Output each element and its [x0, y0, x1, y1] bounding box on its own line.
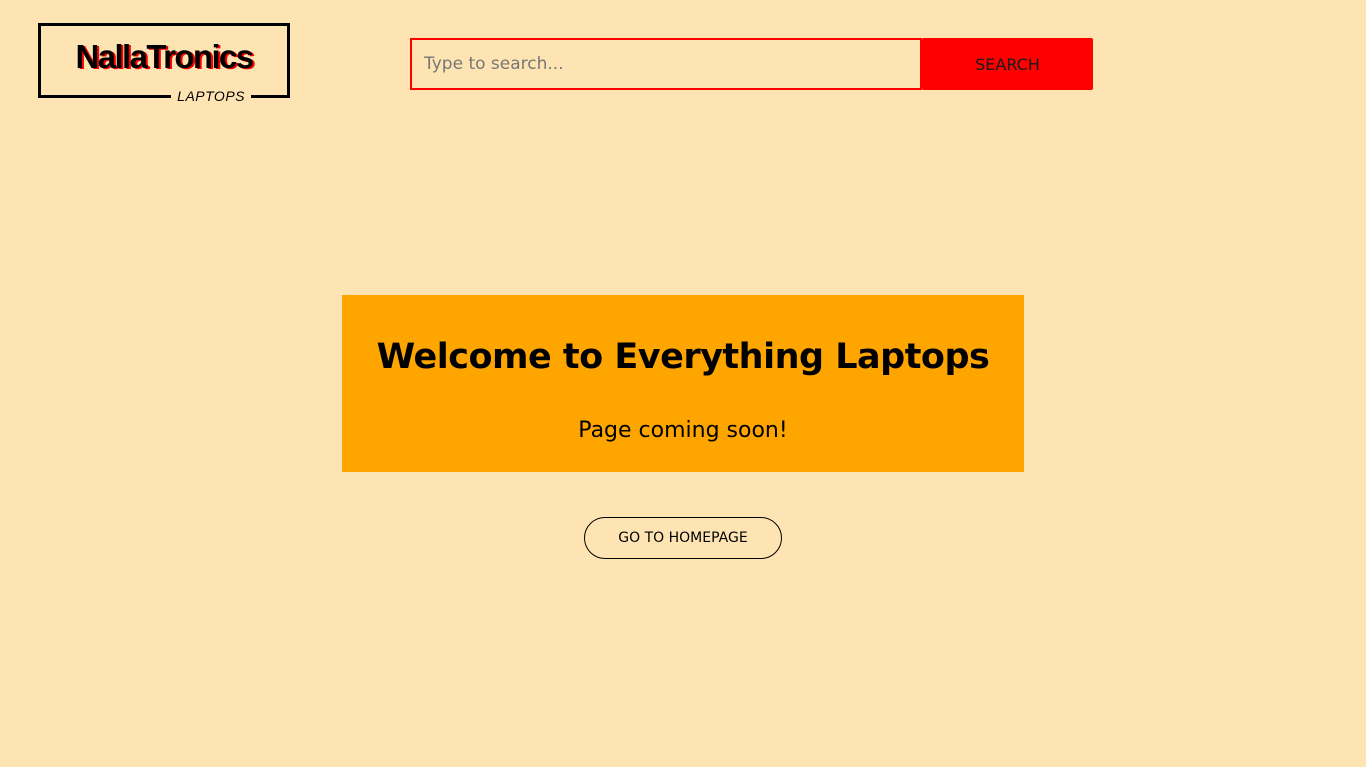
site-logo[interactable]: NallaTronics LAPTOPS — [38, 23, 290, 104]
go-to-homepage-button[interactable]: GO TO HOMEPAGE — [584, 517, 782, 559]
search-button[interactable]: SEARCH — [922, 38, 1093, 90]
search-input[interactable] — [410, 38, 922, 90]
page-subtitle: Page coming soon! — [578, 418, 788, 443]
hero-banner: Welcome to Everything Laptops Page comin… — [342, 295, 1024, 472]
logo-tagline: LAPTOPS — [171, 88, 251, 104]
page-title: Welcome to Everything Laptops — [376, 337, 990, 377]
logo-brand-text: NallaTronics — [75, 38, 254, 75]
